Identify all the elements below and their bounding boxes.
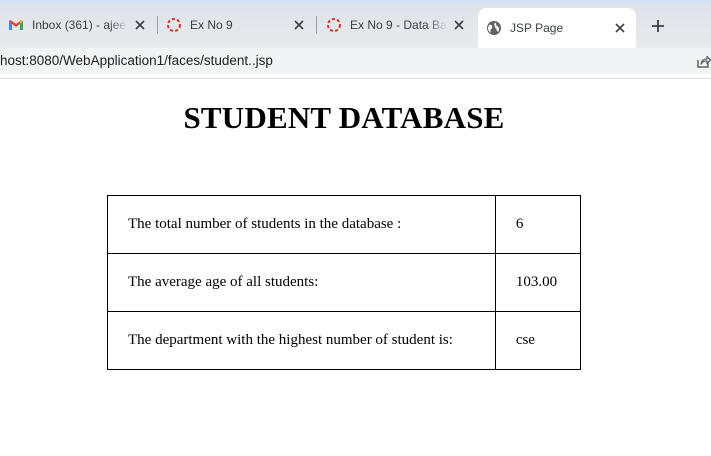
new-tab-button[interactable]: [644, 12, 672, 40]
tab-title: JSP Page: [510, 21, 564, 35]
url-text[interactable]: host:8080/WebApplication1/faces/student.…: [0, 53, 273, 68]
close-icon[interactable]: [291, 17, 307, 33]
loading-icon: [167, 18, 181, 32]
table-row: The total number of students in the data…: [107, 195, 582, 254]
tab-ex-no-9[interactable]: Ex No 9: [158, 8, 315, 42]
table-row: The department with the highest number o…: [107, 311, 582, 370]
tab-ex-no-9-database[interactable]: Ex No 9 - Data Ba: [318, 8, 475, 42]
row-value: 103.00: [494, 253, 582, 312]
loading-icon: [327, 18, 341, 32]
statistics-table: The total number of students in the data…: [107, 195, 582, 370]
row-value: cse: [494, 311, 582, 370]
tab-title: Inbox (361) - ajee: [32, 18, 127, 32]
table-row: The average age of all students: 103.00: [107, 253, 582, 312]
address-bar[interactable]: host:8080/WebApplication1/faces/student.…: [0, 48, 711, 74]
page-content: STUDENT DATABASE The total number of stu…: [0, 79, 711, 456]
tab-inbox[interactable]: Inbox (361) - ajee: [0, 8, 156, 42]
tab-jsp-page[interactable]: JSP Page: [478, 8, 636, 48]
tab-title: Ex No 9: [190, 18, 233, 32]
gmail-icon: [9, 20, 23, 30]
row-label: The department with the highest number o…: [107, 311, 496, 370]
close-icon[interactable]: [132, 17, 148, 33]
close-icon[interactable]: [451, 17, 467, 33]
plus-icon: [652, 20, 664, 32]
globe-icon: [487, 21, 501, 35]
row-value: 6: [494, 195, 582, 254]
page-title: STUDENT DATABASE: [183, 100, 505, 135]
browser-toolbar: host:8080/WebApplication1/faces/student.…: [0, 48, 711, 79]
row-label: The total number of students in the data…: [107, 195, 496, 254]
row-label: The average age of all students:: [107, 253, 496, 312]
share-icon[interactable]: [695, 53, 711, 69]
tab-divider: [316, 16, 317, 34]
tab-title: Ex No 9 - Data Ba: [350, 18, 447, 32]
close-icon[interactable]: [612, 20, 628, 36]
tab-strip: Inbox (361) - ajee Ex No 9 Ex No 9 - Dat…: [0, 0, 711, 48]
